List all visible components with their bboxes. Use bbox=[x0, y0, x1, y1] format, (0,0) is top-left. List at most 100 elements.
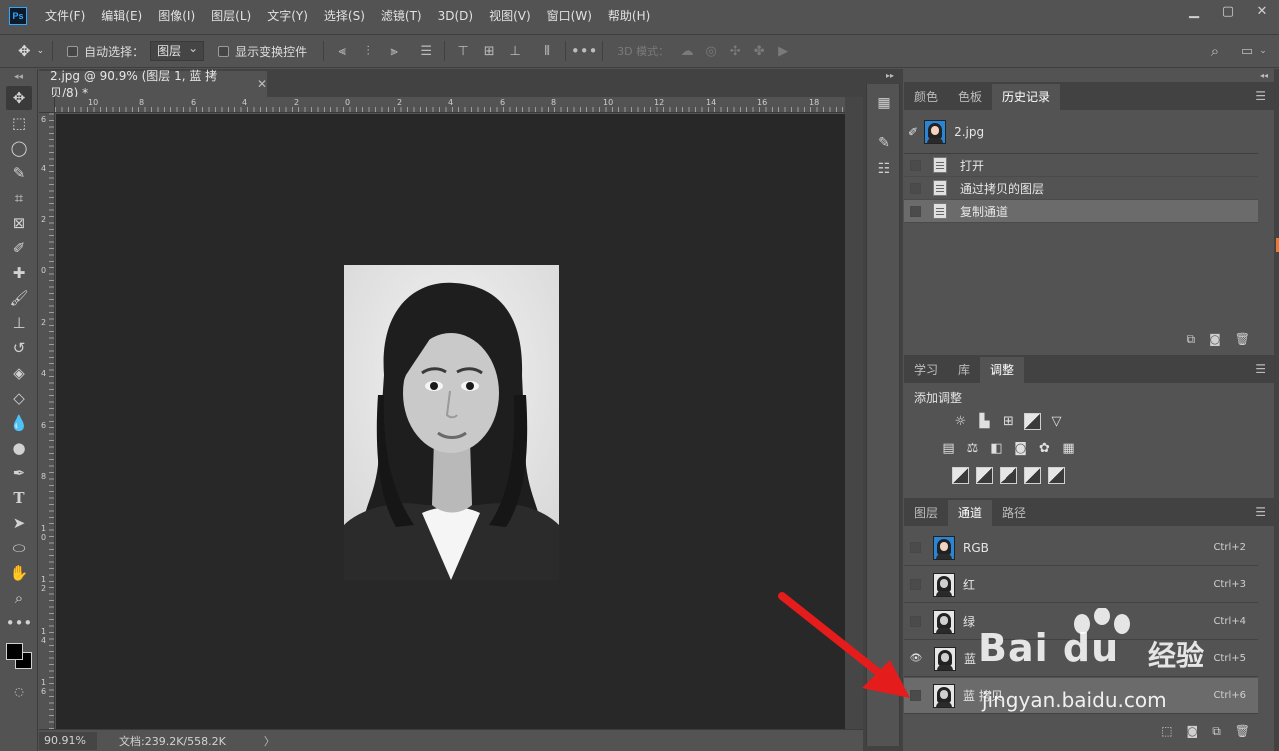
visibility-toggle[interactable] bbox=[910, 579, 921, 590]
hand-tool-icon[interactable]: ✋ bbox=[6, 561, 32, 585]
marquee-tool-icon[interactable]: ⬚ bbox=[6, 111, 32, 135]
properties-panel-icon[interactable]: ☷ bbox=[867, 156, 901, 182]
tab-color[interactable]: 颜色 bbox=[904, 84, 948, 110]
tab-swatches[interactable]: 色板 bbox=[948, 84, 992, 110]
visibility-toggle[interactable] bbox=[910, 690, 921, 701]
menu-window[interactable]: 窗口(W) bbox=[539, 5, 600, 27]
close-icon[interactable]: ✕ bbox=[1245, 0, 1279, 22]
channel-row-blue-copy[interactable]: 蓝 拷贝 Ctrl+6 bbox=[904, 678, 1258, 714]
menu-help[interactable]: 帮助(H) bbox=[600, 5, 658, 27]
history-source-checkbox[interactable] bbox=[910, 159, 921, 171]
history-brush-source-icon[interactable]: ✐ bbox=[908, 125, 918, 139]
canvas-area[interactable] bbox=[56, 114, 845, 729]
show-transform-checkbox[interactable] bbox=[218, 45, 230, 57]
save-selection-icon[interactable]: ◙ bbox=[1187, 724, 1199, 739]
search-icon[interactable]: ⌕ bbox=[1205, 41, 1225, 61]
panel-menu-icon[interactable]: ☰ bbox=[1255, 505, 1266, 519]
brush-tool-icon[interactable]: 🖌 bbox=[6, 286, 32, 310]
zoom-level-field[interactable]: 90.91% bbox=[39, 731, 97, 750]
edit-toolbar-icon[interactable]: ••• bbox=[6, 611, 33, 635]
distribute-icon[interactable]: ☰ bbox=[416, 41, 436, 61]
auto-select-checkbox[interactable] bbox=[67, 45, 79, 57]
auto-select-dropdown[interactable]: 图层 bbox=[150, 39, 205, 61]
pen-tool-icon[interactable]: ✒ bbox=[6, 461, 32, 485]
menu-3d[interactable]: 3D(D) bbox=[430, 5, 481, 27]
menu-edit[interactable]: 编辑(E) bbox=[93, 5, 150, 27]
menu-view[interactable]: 视图(V) bbox=[481, 5, 539, 27]
history-item-layer-via-copy[interactable]: 通过拷贝的图层 bbox=[904, 177, 1258, 200]
history-item-open[interactable]: 打开 bbox=[904, 154, 1258, 177]
align-right-icon[interactable]: ⫸ bbox=[384, 41, 404, 61]
tab-channels[interactable]: 通道 bbox=[948, 500, 993, 526]
blur-tool-icon[interactable]: 💧 bbox=[6, 411, 32, 435]
collapse-arrows-icon[interactable]: ◂◂ bbox=[0, 69, 37, 85]
distribute-vertical-icon[interactable]: ⦀ bbox=[537, 41, 557, 61]
path-select-tool-icon[interactable]: ➤ bbox=[6, 511, 32, 535]
invert-icon[interactable] bbox=[952, 467, 969, 484]
channel-row-green[interactable]: 绿 Ctrl+4 bbox=[904, 604, 1258, 640]
foreground-color-swatch[interactable] bbox=[6, 643, 23, 660]
history-source-checkbox[interactable] bbox=[910, 182, 921, 194]
collapse-arrows-icon[interactable]: ▸▸ bbox=[886, 71, 894, 80]
ellipse-tool-icon[interactable]: ⬭ bbox=[6, 536, 32, 560]
clone-stamp-tool-icon[interactable]: ⊥ bbox=[6, 311, 32, 335]
healing-brush-tool-icon[interactable]: ✚ bbox=[6, 261, 32, 285]
history-panel-icon[interactable]: ▦ bbox=[867, 90, 901, 116]
history-item-duplicate-channel[interactable]: 复制通道 bbox=[904, 200, 1258, 223]
posterize-icon[interactable] bbox=[976, 467, 993, 484]
move-tool-icon[interactable]: ✥ bbox=[6, 86, 32, 110]
vibrance-icon[interactable]: ▽ bbox=[1048, 413, 1065, 430]
show-transform-option[interactable]: 显示变换控件 bbox=[218, 39, 307, 63]
exposure-icon[interactable] bbox=[1024, 413, 1041, 430]
channel-row-blue[interactable]: 👁 蓝 Ctrl+5 bbox=[904, 641, 1258, 677]
hue-saturation-icon[interactable]: ▤ bbox=[940, 440, 957, 457]
auto-select-target[interactable]: 图层 bbox=[150, 39, 205, 63]
channel-row-red[interactable]: 红 Ctrl+3 bbox=[904, 567, 1258, 603]
tab-layers[interactable]: 图层 bbox=[904, 500, 948, 526]
history-snapshot[interactable]: ✐ 2.jpg bbox=[904, 110, 1258, 154]
gradient-map-icon[interactable] bbox=[1048, 467, 1065, 484]
black-white-icon[interactable]: ◧ bbox=[988, 440, 1005, 457]
align-center-icon[interactable]: ⫶ bbox=[358, 41, 378, 61]
visibility-toggle[interactable] bbox=[910, 616, 921, 627]
close-icon[interactable]: ✕ bbox=[257, 77, 267, 91]
tab-adjustments[interactable]: 调整 bbox=[980, 357, 1025, 383]
tab-paths[interactable]: 路径 bbox=[992, 500, 1036, 526]
menu-filter[interactable]: 滤镜(T) bbox=[373, 5, 430, 27]
visibility-toggle[interactable] bbox=[910, 542, 921, 553]
more-options-icon[interactable]: ••• bbox=[571, 41, 598, 61]
move-tool-preset[interactable]: ✥ ⌄ bbox=[18, 39, 44, 63]
color-lookup-icon[interactable]: ▦ bbox=[1060, 440, 1077, 457]
menu-type[interactable]: 文字(Y) bbox=[259, 5, 316, 27]
levels-icon[interactable]: ▙ bbox=[976, 413, 993, 430]
document-tab[interactable]: 2.jpg @ 90.9% (图层 1, 蓝 拷贝/8) * ✕ bbox=[39, 69, 267, 100]
quick-mask-icon[interactable]: ◌ bbox=[6, 679, 32, 703]
align-top-icon[interactable]: ⊤ bbox=[453, 41, 473, 61]
curves-icon[interactable]: ⊞ bbox=[1000, 413, 1017, 430]
history-brush-tool-icon[interactable]: ↺ bbox=[6, 336, 32, 360]
eyedropper-tool-icon[interactable]: ✐ bbox=[6, 236, 32, 260]
align-left-icon[interactable]: ⫷ bbox=[332, 41, 352, 61]
camera-icon[interactable]: ◙ bbox=[1209, 332, 1221, 347]
trash-icon[interactable]: 🗑 bbox=[1235, 724, 1250, 739]
lasso-tool-icon[interactable]: ◯ bbox=[6, 136, 32, 160]
brush-settings-icon[interactable]: ✎ bbox=[867, 130, 901, 156]
trash-icon[interactable]: 🗑 bbox=[1235, 332, 1250, 347]
zoom-tool-icon[interactable]: ⌕ bbox=[6, 586, 32, 610]
brightness-contrast-icon[interactable]: ☼ bbox=[952, 413, 969, 430]
photo-filter-icon[interactable]: ◙ bbox=[1012, 440, 1029, 457]
type-tool-icon[interactable]: T bbox=[6, 486, 32, 510]
eye-icon[interactable]: 👁 bbox=[910, 653, 923, 665]
tab-learn[interactable]: 学习 bbox=[904, 357, 948, 383]
panel-menu-icon[interactable]: ☰ bbox=[1255, 362, 1266, 376]
threshold-icon[interactable] bbox=[1000, 467, 1017, 484]
channel-row-rgb[interactable]: RGB Ctrl+2 bbox=[904, 530, 1258, 566]
history-source-checkbox[interactable] bbox=[910, 205, 921, 217]
menu-file[interactable]: 文件(F) bbox=[37, 5, 93, 27]
chevron-down-icon[interactable]: ⌄ bbox=[1253, 41, 1273, 61]
menu-layer[interactable]: 图层(L) bbox=[203, 5, 259, 27]
dodge-tool-icon[interactable]: ● bbox=[6, 436, 32, 460]
color-swatches[interactable] bbox=[3, 639, 35, 675]
auto-select-option[interactable]: 自动选择： bbox=[67, 39, 144, 63]
align-middle-icon[interactable]: ⊞ bbox=[479, 41, 499, 61]
